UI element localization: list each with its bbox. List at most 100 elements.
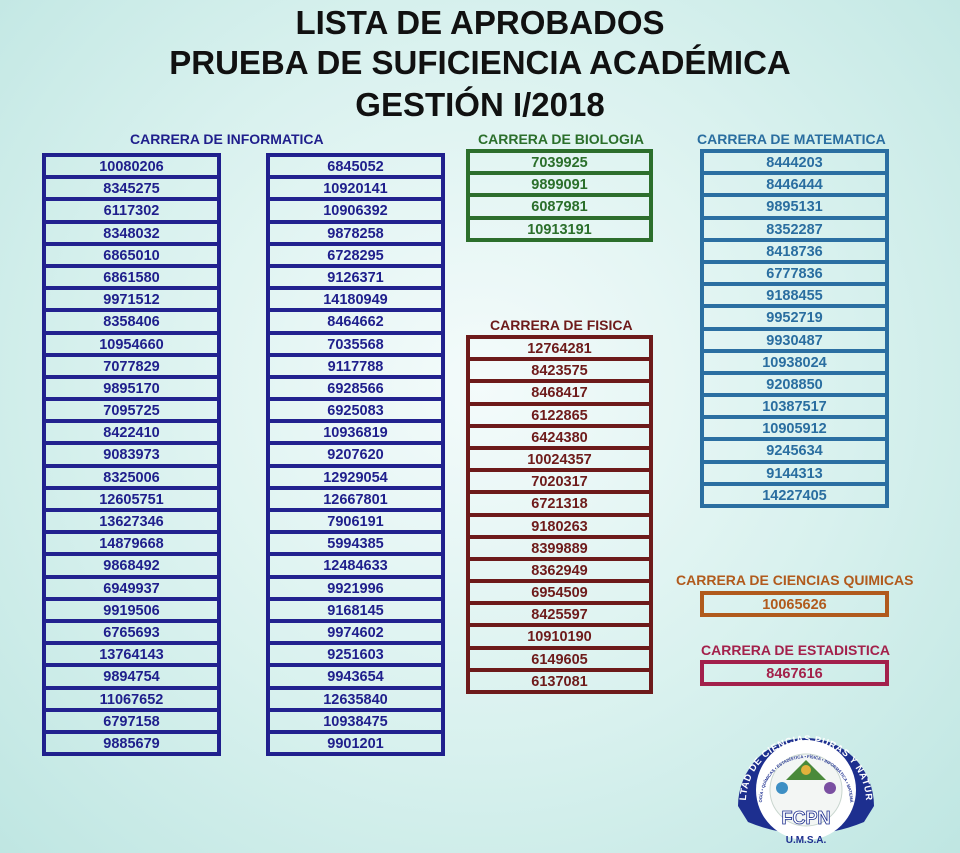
list-item: 9943654 [268,665,443,688]
list-item: 7077829 [44,354,219,377]
list-item: 8422410 [44,421,219,444]
atom-icon [776,782,788,794]
list-item: 9126371 [268,265,443,289]
list-item: 9894754 [44,665,219,688]
list-item: 7035568 [268,332,443,355]
list-item: 9868492 [44,554,219,577]
list-item: 6721318 [468,492,651,515]
list-item: 6865010 [44,243,219,266]
logo-university: U.M.S.A. [786,835,827,846]
list-item: 12764281 [468,337,651,360]
list-item: 6954509 [468,581,651,604]
list-item: 9207620 [268,443,443,466]
list-item: 9144313 [702,461,887,484]
quimicas-list: 10065626 [700,591,889,618]
page-period: GESTIÓN I/2018 [355,86,605,123]
microscope-icon [824,782,836,794]
list-item: 10954660 [44,332,219,355]
list-item: 8399889 [468,536,651,559]
informatica-list-col2: 6845052 10920141 10906392 9878258 6728295 912… [266,153,445,757]
list-item: 8345275 [44,177,219,200]
list-item: 9885679 [44,731,219,755]
list-item: 9245634 [702,439,887,462]
list-item: 6149605 [468,647,651,670]
list-item: 10938475 [268,709,443,732]
list-item: 9899091 [468,173,651,196]
list-item: 12635840 [268,687,443,710]
list-item: 8467616 [702,662,887,685]
list-item: 8423575 [468,359,651,382]
matematica-heading: CARRERA DE MATEMATICA [697,131,886,147]
list-item: 6765693 [44,620,219,644]
list-item: 14227405 [702,483,887,506]
list-item: 10913191 [468,217,651,240]
list-item: 12929054 [268,465,443,488]
list-item: 12667801 [268,487,443,510]
list-item: 9251603 [268,643,443,666]
list-item: 8348032 [44,221,219,244]
list-item: 10906392 [268,199,443,222]
logo-acronym: FCPN [782,808,831,828]
biologia-list: 7039925 9899091 6087981 10913191 [466,149,653,242]
list-item: 8468417 [468,381,651,404]
informatica-list-col1: 10080206 8345275 6117302 8348032 6865010 6861… [42,153,221,757]
informatica-heading: CARRERA DE INFORMATICA [130,131,324,147]
biologia-heading: CARRERA DE BIOLOGIA [478,131,644,147]
list-item: 10905912 [702,417,887,440]
list-item: 6137081 [468,669,651,692]
list-item: 9168145 [268,598,443,621]
list-item: 13627346 [44,510,219,533]
estadistica-heading: CARRERA DE ESTADISTICA [701,642,891,658]
list-item: 10387517 [702,395,887,418]
list-item: 6928566 [268,376,443,400]
list-item: 6087981 [468,195,651,218]
list-item: 6861580 [44,265,219,289]
list-item: 10910190 [468,625,651,648]
list-item: 6925083 [268,399,443,422]
sun-icon [801,765,811,775]
list-item: 8425597 [468,603,651,626]
list-item: 7095725 [44,399,219,422]
list-item: 8446444 [702,173,887,196]
list-item: 10920141 [268,177,443,200]
list-item: 10065626 [702,593,887,616]
list-item: 6949937 [44,576,219,599]
list-item: 8358406 [44,310,219,333]
list-item: 6797158 [44,709,219,732]
list-item: 6777836 [702,261,887,285]
list-item: 8444203 [702,151,887,174]
list-item: 6728295 [268,243,443,266]
list-item: 12605751 [44,487,219,510]
list-item: 9971512 [44,288,219,311]
list-item: 7906191 [268,510,443,533]
list-item: 12484633 [268,554,443,577]
list-item: 7039925 [468,151,651,174]
list-item: 9878258 [268,221,443,244]
list-item: 6845052 [268,155,443,178]
list-item: 9974602 [268,620,443,644]
fcpn-logo: FACULTAD DE CIENCIAS PURAS Y NATURALES B… [732,718,874,846]
fisica-heading: CARRERA DE FISICA [490,317,633,333]
list-item: 8362949 [468,558,651,582]
list-item: 7020317 [468,470,651,493]
page-title: LISTA DE APROBADOS [295,4,665,41]
list-item: 8325006 [44,465,219,488]
list-item: 9952719 [702,306,887,329]
list-item: 11067652 [44,687,219,710]
list-item: 9895170 [44,376,219,400]
list-item: 9921996 [268,576,443,599]
list-item: 10938024 [702,350,887,373]
matematica-list: 8444203 8446444 9895131 8352287 8418736 67778… [700,149,889,508]
list-item: 10024357 [468,447,651,471]
list-item: 14180949 [268,288,443,311]
fisica-list: 12764281 8423575 8468417 6122865 6424380 1002… [466,335,653,694]
list-item: 10936819 [268,421,443,444]
quimicas-heading: CARRERA DE CIENCIAS QUIMICAS [676,572,914,588]
list-item: 9919506 [44,598,219,621]
list-item: 9180263 [468,514,651,537]
list-item: 9930487 [702,328,887,351]
list-item: 8418736 [702,239,887,262]
list-item: 13764143 [44,643,219,666]
list-item: 6424380 [468,425,651,448]
list-item: 9188455 [702,284,887,307]
